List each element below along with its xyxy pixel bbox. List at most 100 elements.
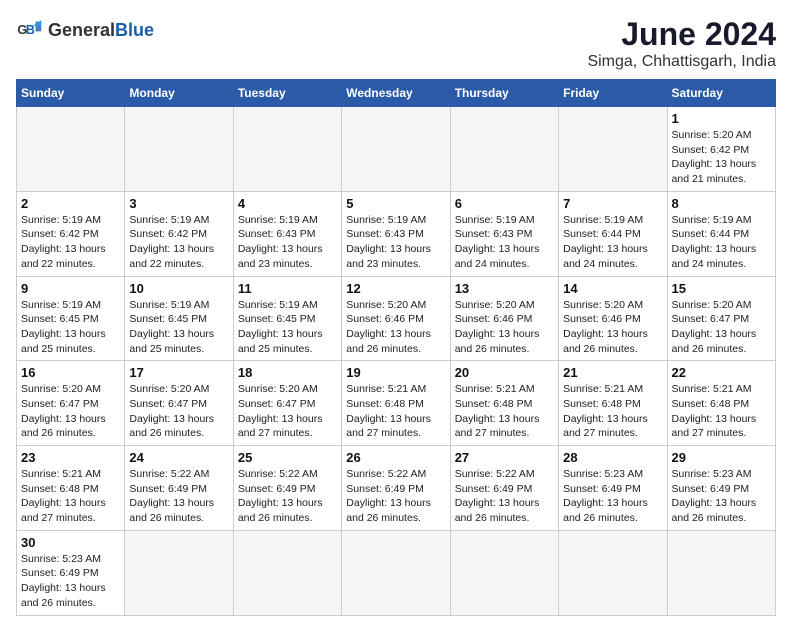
calendar-day-cell (559, 107, 667, 192)
calendar-day-cell (125, 530, 233, 615)
calendar-week-row: 30 Sunrise: 5:23 AM Sunset: 6:49 PM Dayl… (17, 530, 776, 615)
calendar-day-cell (667, 530, 775, 615)
header-sunday: Sunday (17, 80, 125, 107)
day-number: 16 (21, 365, 120, 380)
header-monday: Monday (125, 80, 233, 107)
day-info: Sunrise: 5:21 AM Sunset: 6:48 PM Dayligh… (21, 467, 120, 526)
day-info: Sunrise: 5:19 AM Sunset: 6:43 PM Dayligh… (455, 213, 554, 272)
day-number: 25 (238, 450, 337, 465)
day-number: 6 (455, 196, 554, 211)
day-number: 11 (238, 281, 337, 296)
location-subtitle: Simga, Chhattisgarh, India (587, 53, 776, 71)
day-number: 13 (455, 281, 554, 296)
day-info: Sunrise: 5:21 AM Sunset: 6:48 PM Dayligh… (672, 382, 771, 441)
calendar-day-cell: 10 Sunrise: 5:19 AM Sunset: 6:45 PM Dayl… (125, 276, 233, 361)
calendar-day-cell: 17 Sunrise: 5:20 AM Sunset: 6:47 PM Dayl… (125, 361, 233, 446)
day-info: Sunrise: 5:20 AM Sunset: 6:47 PM Dayligh… (129, 382, 228, 441)
day-info: Sunrise: 5:23 AM Sunset: 6:49 PM Dayligh… (563, 467, 662, 526)
day-number: 5 (346, 196, 445, 211)
calendar-day-cell: 7 Sunrise: 5:19 AM Sunset: 6:44 PM Dayli… (559, 191, 667, 276)
calendar-day-cell: 14 Sunrise: 5:20 AM Sunset: 6:46 PM Dayl… (559, 276, 667, 361)
day-number: 2 (21, 196, 120, 211)
header-friday: Friday (559, 80, 667, 107)
header-wednesday: Wednesday (342, 80, 450, 107)
day-number: 10 (129, 281, 228, 296)
day-info: Sunrise: 5:19 AM Sunset: 6:44 PM Dayligh… (563, 213, 662, 272)
calendar-day-cell: 25 Sunrise: 5:22 AM Sunset: 6:49 PM Dayl… (233, 446, 341, 531)
svg-text:B: B (26, 23, 35, 37)
calendar-week-row: 23 Sunrise: 5:21 AM Sunset: 6:48 PM Dayl… (17, 446, 776, 531)
calendar-day-cell: 5 Sunrise: 5:19 AM Sunset: 6:43 PM Dayli… (342, 191, 450, 276)
day-number: 26 (346, 450, 445, 465)
calendar-day-cell: 28 Sunrise: 5:23 AM Sunset: 6:49 PM Dayl… (559, 446, 667, 531)
day-info: Sunrise: 5:23 AM Sunset: 6:49 PM Dayligh… (672, 467, 771, 526)
calendar-day-cell (342, 530, 450, 615)
calendar-day-cell: 9 Sunrise: 5:19 AM Sunset: 6:45 PM Dayli… (17, 276, 125, 361)
calendar-day-cell (17, 107, 125, 192)
calendar-day-cell: 18 Sunrise: 5:20 AM Sunset: 6:47 PM Dayl… (233, 361, 341, 446)
day-number: 23 (21, 450, 120, 465)
logo-text: GeneralBlue (48, 20, 154, 41)
calendar-header: G B GeneralBlue June 2024 Simga, Chhatti… (16, 16, 776, 71)
day-info: Sunrise: 5:19 AM Sunset: 6:45 PM Dayligh… (129, 298, 228, 357)
logo: G B GeneralBlue (16, 16, 154, 44)
day-number: 1 (672, 111, 771, 126)
calendar-day-cell: 24 Sunrise: 5:22 AM Sunset: 6:49 PM Dayl… (125, 446, 233, 531)
calendar-day-cell: 4 Sunrise: 5:19 AM Sunset: 6:43 PM Dayli… (233, 191, 341, 276)
day-info: Sunrise: 5:20 AM Sunset: 6:47 PM Dayligh… (672, 298, 771, 357)
weekday-header-row: Sunday Monday Tuesday Wednesday Thursday… (17, 80, 776, 107)
day-info: Sunrise: 5:19 AM Sunset: 6:43 PM Dayligh… (238, 213, 337, 272)
day-number: 30 (21, 535, 120, 550)
day-number: 14 (563, 281, 662, 296)
calendar-week-row: 9 Sunrise: 5:19 AM Sunset: 6:45 PM Dayli… (17, 276, 776, 361)
calendar-day-cell: 30 Sunrise: 5:23 AM Sunset: 6:49 PM Dayl… (17, 530, 125, 615)
calendar-day-cell (559, 530, 667, 615)
day-number: 15 (672, 281, 771, 296)
day-info: Sunrise: 5:20 AM Sunset: 6:46 PM Dayligh… (455, 298, 554, 357)
calendar-day-cell: 12 Sunrise: 5:20 AM Sunset: 6:46 PM Dayl… (342, 276, 450, 361)
day-number: 7 (563, 196, 662, 211)
calendar-day-cell: 1 Sunrise: 5:20 AM Sunset: 6:42 PM Dayli… (667, 107, 775, 192)
calendar-day-cell: 26 Sunrise: 5:22 AM Sunset: 6:49 PM Dayl… (342, 446, 450, 531)
day-number: 28 (563, 450, 662, 465)
calendar-day-cell: 11 Sunrise: 5:19 AM Sunset: 6:45 PM Dayl… (233, 276, 341, 361)
day-number: 9 (21, 281, 120, 296)
day-info: Sunrise: 5:19 AM Sunset: 6:45 PM Dayligh… (21, 298, 120, 357)
header-thursday: Thursday (450, 80, 558, 107)
day-info: Sunrise: 5:22 AM Sunset: 6:49 PM Dayligh… (455, 467, 554, 526)
calendar-day-cell: 2 Sunrise: 5:19 AM Sunset: 6:42 PM Dayli… (17, 191, 125, 276)
calendar-day-cell (233, 530, 341, 615)
calendar-day-cell: 13 Sunrise: 5:20 AM Sunset: 6:46 PM Dayl… (450, 276, 558, 361)
calendar-day-cell (125, 107, 233, 192)
calendar-day-cell: 29 Sunrise: 5:23 AM Sunset: 6:49 PM Dayl… (667, 446, 775, 531)
calendar-day-cell: 21 Sunrise: 5:21 AM Sunset: 6:48 PM Dayl… (559, 361, 667, 446)
calendar-table: Sunday Monday Tuesday Wednesday Thursday… (16, 79, 776, 616)
day-info: Sunrise: 5:22 AM Sunset: 6:49 PM Dayligh… (238, 467, 337, 526)
calendar-day-cell (342, 107, 450, 192)
day-info: Sunrise: 5:19 AM Sunset: 6:43 PM Dayligh… (346, 213, 445, 272)
day-number: 18 (238, 365, 337, 380)
calendar-day-cell: 3 Sunrise: 5:19 AM Sunset: 6:42 PM Dayli… (125, 191, 233, 276)
calendar-day-cell (233, 107, 341, 192)
calendar-day-cell: 16 Sunrise: 5:20 AM Sunset: 6:47 PM Dayl… (17, 361, 125, 446)
calendar-day-cell: 27 Sunrise: 5:22 AM Sunset: 6:49 PM Dayl… (450, 446, 558, 531)
day-info: Sunrise: 5:20 AM Sunset: 6:46 PM Dayligh… (563, 298, 662, 357)
title-area: June 2024 Simga, Chhattisgarh, India (587, 16, 776, 71)
day-info: Sunrise: 5:22 AM Sunset: 6:49 PM Dayligh… (129, 467, 228, 526)
calendar-day-cell: 19 Sunrise: 5:21 AM Sunset: 6:48 PM Dayl… (342, 361, 450, 446)
header-tuesday: Tuesday (233, 80, 341, 107)
day-info: Sunrise: 5:20 AM Sunset: 6:47 PM Dayligh… (238, 382, 337, 441)
day-number: 8 (672, 196, 771, 211)
day-info: Sunrise: 5:20 AM Sunset: 6:42 PM Dayligh… (672, 128, 771, 187)
calendar-day-cell: 6 Sunrise: 5:19 AM Sunset: 6:43 PM Dayli… (450, 191, 558, 276)
calendar-day-cell: 20 Sunrise: 5:21 AM Sunset: 6:48 PM Dayl… (450, 361, 558, 446)
calendar-day-cell (450, 107, 558, 192)
day-info: Sunrise: 5:19 AM Sunset: 6:45 PM Dayligh… (238, 298, 337, 357)
day-info: Sunrise: 5:22 AM Sunset: 6:49 PM Dayligh… (346, 467, 445, 526)
day-info: Sunrise: 5:20 AM Sunset: 6:46 PM Dayligh… (346, 298, 445, 357)
calendar-day-cell: 8 Sunrise: 5:19 AM Sunset: 6:44 PM Dayli… (667, 191, 775, 276)
day-info: Sunrise: 5:23 AM Sunset: 6:49 PM Dayligh… (21, 552, 120, 611)
day-number: 4 (238, 196, 337, 211)
day-info: Sunrise: 5:19 AM Sunset: 6:42 PM Dayligh… (21, 213, 120, 272)
calendar-week-row: 2 Sunrise: 5:19 AM Sunset: 6:42 PM Dayli… (17, 191, 776, 276)
